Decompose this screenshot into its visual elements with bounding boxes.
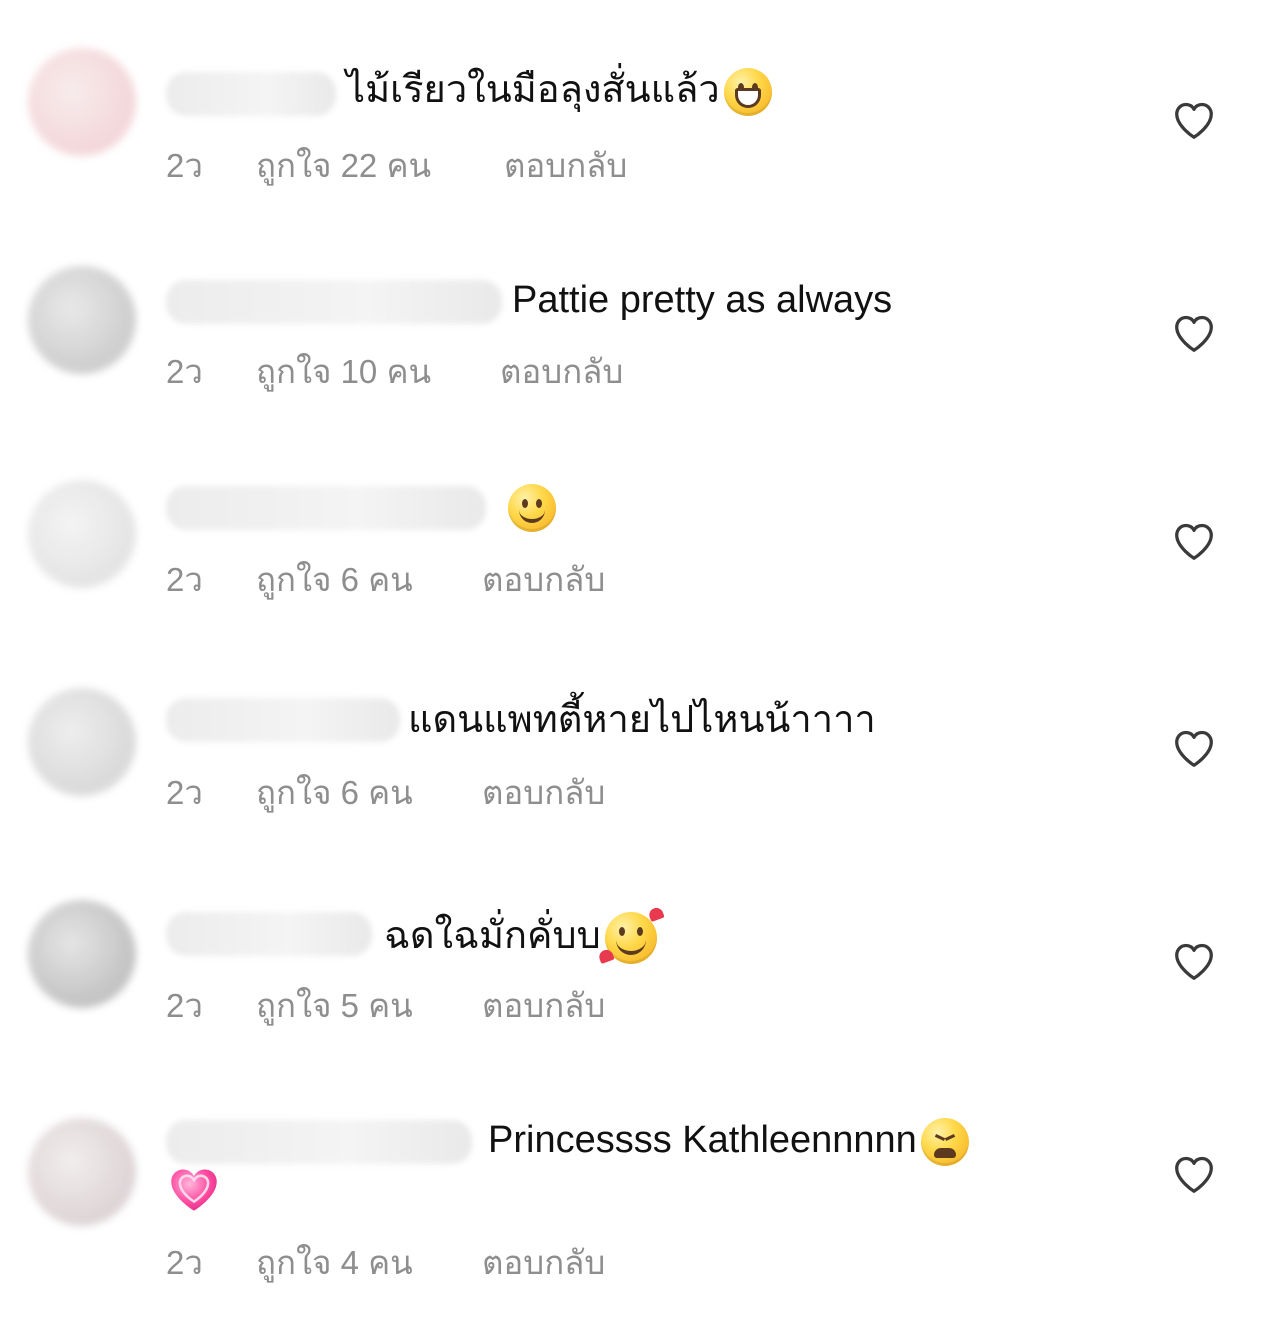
comment-time: 2ว <box>166 987 203 1024</box>
comment-list: ไม้เรียวในมือลุงสั่นแล้ว 2ว ถูกใจ 22 คน … <box>0 0 1280 1336</box>
heart-outline-icon[interactable] <box>1172 521 1216 561</box>
reply-button[interactable]: ตอบกลับ <box>482 560 605 600</box>
comment-time: 2ว <box>166 561 203 598</box>
username-blurred[interactable] <box>166 912 372 956</box>
tired-face-icon <box>920 1118 969 1166</box>
slightly-smiling-face-icon <box>508 484 556 532</box>
comment-time: 2ว <box>166 147 203 184</box>
comment-body: แดนแพทตี้หายไปไหนน้าาาา <box>408 699 876 741</box>
like-count[interactable]: ถูกใจ 6 คน <box>256 773 413 813</box>
heart-outline-icon[interactable] <box>1172 100 1216 140</box>
comment-text: Pattie pretty as always <box>512 278 892 322</box>
username-blurred[interactable] <box>166 280 502 324</box>
comment-text: Princessss Kathleennnnn <box>488 1118 969 1166</box>
user-avatar[interactable] <box>28 480 136 588</box>
reply-button[interactable]: ตอบกลับ <box>500 352 623 392</box>
reply-button[interactable]: ตอบกลับ <box>482 773 605 813</box>
user-avatar[interactable] <box>28 48 136 156</box>
smiling-face-with-hearts-icon <box>604 912 657 964</box>
comment-text: ฉดใฉมั่กคั่บบ <box>384 912 657 964</box>
grinning-face-icon <box>723 68 772 116</box>
comment-body: ไม้เรียวในมือลุงสั่นแล้ว <box>346 69 720 112</box>
user-avatar[interactable] <box>28 900 136 1008</box>
reply-button[interactable]: ตอบกลับ <box>482 1243 605 1283</box>
comment-text <box>504 484 556 532</box>
username-blurred[interactable] <box>166 486 486 530</box>
comment-text: ไม้เรียวในมือลุงสั่นแล้ว <box>346 68 772 116</box>
like-count[interactable]: ถูกใจ 10 คน <box>256 352 431 392</box>
comment-body: Pattie pretty as always <box>512 279 893 321</box>
comment-time: 2ว <box>166 353 203 390</box>
like-count[interactable]: ถูกใจ 5 คน <box>256 986 413 1026</box>
like-count[interactable]: ถูกใจ 6 คน <box>256 560 413 600</box>
reply-button[interactable]: ตอบกลับ <box>504 146 627 186</box>
like-count[interactable]: ถูกใจ 4 คน <box>256 1243 413 1283</box>
comment-text: แดนแพทตี้หายไปไหนน้าาาา <box>408 698 876 742</box>
username-blurred[interactable] <box>166 698 400 742</box>
user-avatar[interactable] <box>28 266 136 374</box>
comment-time: 2ว <box>166 774 203 811</box>
like-count[interactable]: ถูกใจ 22 คน <box>256 146 431 186</box>
heart-outline-icon[interactable] <box>1172 1154 1216 1194</box>
heart-outline-icon[interactable] <box>1172 941 1216 981</box>
username-blurred[interactable] <box>166 72 336 116</box>
growing-heart-icon <box>171 1169 217 1211</box>
comment-body: ฉดใฉมั่กคั่บบ <box>384 915 601 958</box>
username-blurred[interactable] <box>166 1120 472 1164</box>
heart-outline-icon[interactable] <box>1172 313 1216 353</box>
comment-time: 2ว <box>166 1244 203 1281</box>
user-avatar[interactable] <box>28 1118 136 1226</box>
heart-outline-icon[interactable] <box>1172 728 1216 768</box>
reply-button[interactable]: ตอบกลับ <box>482 986 605 1026</box>
comment-body: Princessss Kathleennnnn <box>488 1119 917 1162</box>
user-avatar[interactable] <box>28 688 136 796</box>
